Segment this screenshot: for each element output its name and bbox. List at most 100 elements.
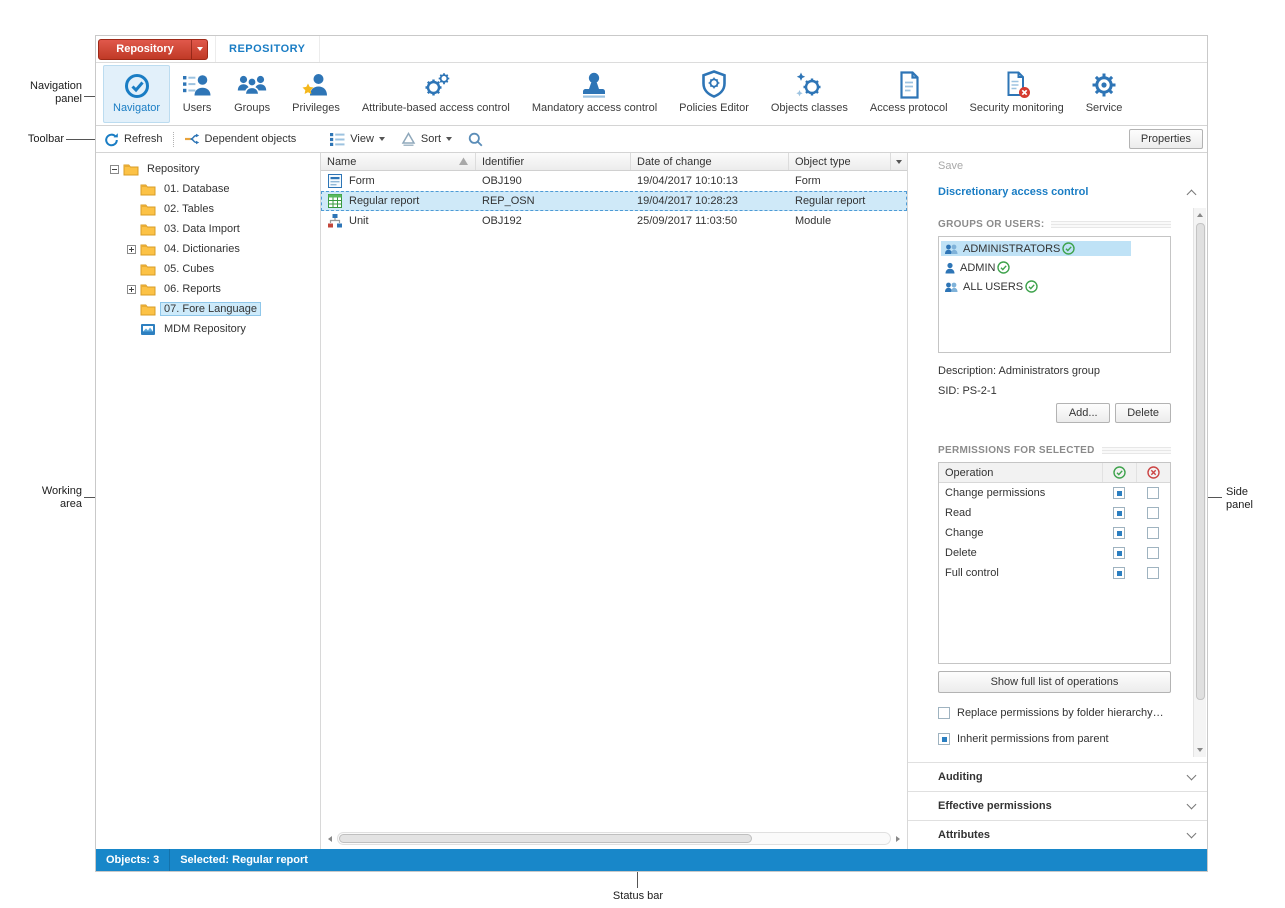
ribbon-item-objects-classes[interactable]: Objects classes (761, 65, 858, 123)
annotation-side-panel: Side panel (1226, 486, 1278, 512)
divider-stripes (1051, 221, 1171, 228)
tree-item-05-cubes[interactable]: 05. Cubes (96, 259, 320, 279)
deny-checkbox[interactable] (1147, 507, 1159, 519)
horizontal-scrollbar[interactable] (323, 831, 905, 846)
group-item-administrators[interactable]: ADMINISTRATORS (941, 239, 1168, 258)
scroll-thumb[interactable] (339, 834, 752, 843)
group-chip: ADMIN (941, 260, 1013, 275)
expand-icon[interactable] (127, 245, 136, 254)
repository-menu-label: Repository (99, 43, 191, 55)
save-button[interactable]: Save (908, 153, 1207, 179)
deny-checkbox[interactable] (1147, 527, 1159, 539)
tab-repository[interactable]: REPOSITORY (215, 36, 320, 62)
replace-permissions-checkbox[interactable]: Replace permissions by folder hierarchy… (938, 707, 1171, 719)
table-row-unit[interactable]: UnitOBJ19225/09/2017 11:03:50Module (321, 211, 907, 231)
expander-slot[interactable] (123, 245, 140, 254)
section-attributes[interactable]: Attributes (908, 820, 1207, 849)
sort-dropdown[interactable]: Sort (393, 126, 460, 152)
ribbon-item-security-monitoring[interactable]: Security monitoring (960, 65, 1074, 123)
checkbox[interactable] (938, 733, 950, 745)
add-button[interactable]: Add... (1056, 403, 1110, 423)
tree-item-mdm-repository[interactable]: MDM Repository (96, 319, 320, 339)
search-button[interactable] (460, 126, 491, 152)
tree-item-06-reports[interactable]: 06. Reports (96, 279, 320, 299)
column-header-identifier[interactable]: Identifier (476, 153, 631, 170)
column-options-button[interactable] (891, 153, 907, 170)
scroll-track[interactable] (1194, 222, 1206, 743)
inherit-permissions-checkbox[interactable]: Inherit permissions from parent (938, 733, 1171, 745)
deny-checkbox[interactable] (1147, 547, 1159, 559)
delete-button[interactable]: Delete (1115, 403, 1171, 423)
ribbon-item-navigator[interactable]: Navigator (103, 65, 170, 123)
privileges-icon (301, 69, 331, 100)
deny-column-icon (1136, 463, 1170, 482)
permissions-header: PERMISSIONS FOR SELECTED (938, 445, 1171, 456)
ribbon-item-users[interactable]: Users (172, 65, 222, 123)
group-item-all-users[interactable]: ALL USERS (941, 277, 1168, 296)
scroll-down-button[interactable] (1194, 743, 1206, 757)
refresh-button[interactable]: Refresh (96, 126, 171, 152)
scroll-thumb[interactable] (1196, 223, 1205, 700)
collapse-icon[interactable] (110, 165, 119, 174)
group-item-admin[interactable]: ADMIN (941, 258, 1168, 277)
group-chip: ALL USERS (941, 279, 1041, 294)
section-title: Attributes (938, 829, 990, 841)
allow-checkbox[interactable] (1113, 567, 1125, 579)
dependent-objects-button[interactable]: Dependent objects (176, 126, 305, 152)
scroll-right-button[interactable] (891, 832, 905, 845)
granted-check-icon (997, 261, 1010, 274)
allow-cell (1102, 507, 1136, 519)
view-dropdown[interactable]: View (322, 126, 393, 152)
checkbox[interactable] (938, 707, 950, 719)
section-auditing[interactable]: Auditing (908, 762, 1207, 791)
tree-item-label: 01. Database (160, 182, 233, 196)
section-effective-permissions[interactable]: Effective permissions (908, 791, 1207, 820)
section-discretionary-access-control[interactable]: Discretionary access control (908, 179, 1207, 205)
column-header-name[interactable]: Name (321, 153, 476, 170)
allow-checkbox[interactable] (1113, 527, 1125, 539)
allow-checkbox[interactable] (1113, 487, 1125, 499)
tree-item-03-data-import[interactable]: 03. Data Import (96, 219, 320, 239)
sid-row: SID: PS-2-1 (938, 385, 1171, 397)
tree-item-02-tables[interactable]: 02. Tables (96, 199, 320, 219)
allow-checkbox[interactable] (1113, 507, 1125, 519)
ribbon-item-mandatory-access-control[interactable]: Mandatory access control (522, 65, 667, 123)
ribbon-item-privileges[interactable]: Privileges (282, 65, 350, 123)
column-header-object-type[interactable]: Object type (789, 153, 891, 170)
tree-item-07-fore-language[interactable]: 07. Fore Language (96, 299, 320, 319)
ribbon-item-label: Privileges (292, 102, 340, 114)
cell-object-type: Regular report (789, 195, 891, 207)
scroll-left-button[interactable] (323, 832, 337, 845)
dropdown-caret-icon[interactable] (191, 40, 207, 59)
scroll-up-button[interactable] (1194, 208, 1206, 222)
ribbon-item-label: Service (1086, 102, 1123, 114)
side-panel-scrollbar[interactable] (1193, 208, 1206, 757)
expand-icon[interactable] (127, 285, 136, 294)
show-full-list-button[interactable]: Show full list of operations (938, 671, 1171, 693)
ribbon-item-service[interactable]: Service (1076, 65, 1133, 123)
column-header-date-of-change[interactable]: Date of change (631, 153, 789, 170)
scroll-track[interactable] (337, 832, 891, 845)
allow-checkbox[interactable] (1113, 547, 1125, 559)
table-row-regular-report[interactable]: Regular reportREP_OSN19/04/2017 10:28:23… (321, 191, 907, 211)
deny-checkbox[interactable] (1147, 487, 1159, 499)
properties-button[interactable]: Properties (1129, 129, 1203, 149)
ribbon-item-access-protocol[interactable]: Access protocol (860, 65, 958, 123)
expander-slot[interactable] (123, 285, 140, 294)
ribbon-item-attribute-based-access-control[interactable]: Attribute-based access control (352, 65, 520, 123)
tree-item-01-database[interactable]: 01. Database (96, 179, 320, 199)
operation-column-header: Operation (939, 467, 1102, 479)
deny-checkbox[interactable] (1147, 567, 1159, 579)
ribbon-item-policies-editor[interactable]: Policies Editor (669, 65, 759, 123)
ribbon-item-groups[interactable]: Groups (224, 65, 280, 123)
sort-label: Sort (421, 133, 441, 145)
side-panel-sections: AuditingEffective permissions Attributes (908, 762, 1207, 849)
repository-menu-button[interactable]: Repository (98, 39, 208, 60)
tree-item-repository[interactable]: Repository (96, 159, 320, 179)
groups-list[interactable]: ADMINISTRATORS ADMIN ALL USERS (938, 236, 1171, 353)
tree-item-04-dictionaries[interactable]: 04. Dictionaries (96, 239, 320, 259)
table-row-form[interactable]: FormOBJ19019/04/2017 10:10:13Form (321, 171, 907, 191)
report-icon (327, 193, 343, 209)
folder-icon (140, 302, 159, 316)
expander-slot[interactable] (106, 165, 123, 174)
